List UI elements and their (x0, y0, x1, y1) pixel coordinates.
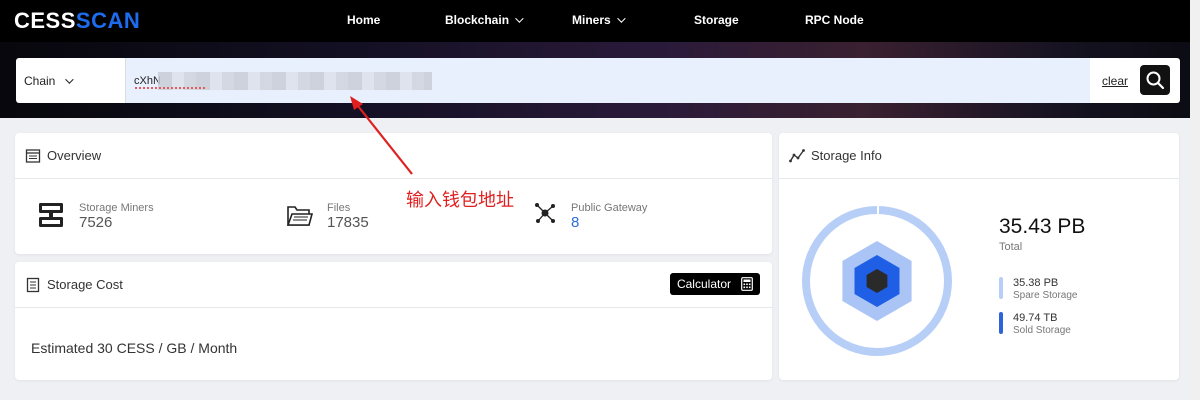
folder-icon (286, 206, 313, 226)
legend-label: Spare Storage (1013, 290, 1078, 301)
stat-label: Public Gateway (571, 202, 648, 214)
storage-info-header: Storage Info (779, 133, 1179, 179)
stat-value: 17835 (327, 214, 369, 231)
document-icon (26, 277, 40, 292)
stat-value-link[interactable]: 8 (571, 215, 647, 231)
stat-label: Storage Miners (79, 202, 154, 214)
page-scrollbar[interactable] (1190, 0, 1200, 400)
nav-storage[interactable]: Storage (694, 13, 739, 27)
cost-estimate: Estimated 30 CESS / GB / Month (31, 340, 238, 356)
clear-button[interactable]: clear (1090, 58, 1140, 103)
overview-icon (25, 148, 41, 163)
line-chart-icon (789, 148, 805, 162)
network-icon (535, 203, 555, 223)
storage-info-title: Storage Info (811, 148, 882, 163)
chain-select[interactable]: Chain (16, 58, 126, 103)
nav-rpc-node[interactable]: RPC Node (805, 13, 864, 27)
storage-cost-card: Storage Cost Calculator Estimated 30 CES… (15, 262, 772, 380)
stat-public-gateway: Public Gateway 8 (533, 201, 647, 231)
stat-label: Files (327, 202, 351, 214)
chevron-down-icon (515, 14, 524, 23)
legend-label: Sold Storage (1013, 325, 1071, 336)
chevron-down-icon (65, 74, 75, 84)
annotation-arrow (350, 96, 413, 175)
calculator-icon (741, 277, 753, 291)
legend-sold-storage: 49.74 TB Sold Storage (999, 312, 1071, 338)
overview-title: Overview (47, 148, 102, 163)
search-icon (1146, 71, 1165, 90)
nav-home[interactable]: Home (347, 13, 380, 27)
stat-files: Files 17835 (285, 201, 369, 231)
nav-blockchain[interactable]: Blockchain (445, 13, 524, 27)
stat-storage-miners: Storage Miners 7526 (37, 201, 154, 231)
legend-value: 35.38 PB (1013, 277, 1059, 289)
storage-cost-title: Storage Cost (47, 277, 123, 292)
top-nav: CESSSCAN Home Blockchain Miners Storage … (0, 0, 1200, 42)
storage-donut-chart (801, 205, 953, 357)
storage-info-card: Storage Info 35.43 PB Total 35.38 PB Spa… (779, 133, 1179, 380)
total-storage-value: 35.43 PB (999, 215, 1086, 238)
total-storage-label: Total (999, 241, 1023, 253)
legend-value: 49.74 TB (1013, 312, 1058, 324)
legend-swatch (999, 312, 1003, 334)
legend-spare-storage: 35.38 PB Spare Storage (999, 277, 1078, 303)
legend-swatch (999, 277, 1003, 299)
brand-logo[interactable]: CESSSCAN (14, 8, 140, 34)
chevron-down-icon (616, 14, 626, 23)
server-icon (39, 203, 63, 227)
calculator-button[interactable]: Calculator (669, 273, 760, 295)
stat-value: 7526 (79, 214, 113, 231)
storage-cost-header: Storage Cost (15, 262, 772, 308)
nav-miners[interactable]: Miners (572, 13, 626, 27)
spellcheck-underline (135, 86, 205, 89)
annotation-text: 输入钱包地址 (406, 190, 514, 210)
search-button[interactable] (1140, 65, 1170, 95)
